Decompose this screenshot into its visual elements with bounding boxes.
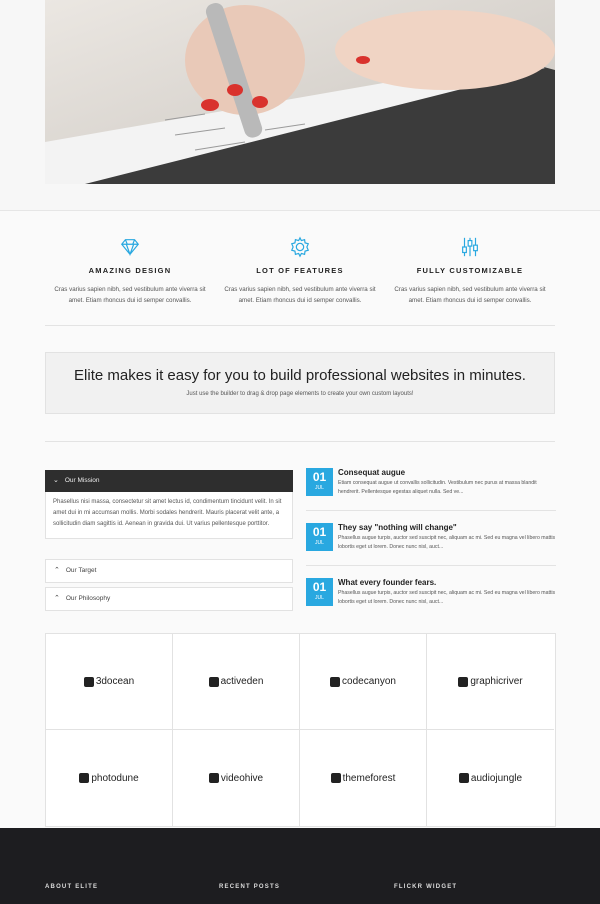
post-divider [306, 565, 556, 566]
client-name: themeforest [342, 772, 396, 784]
client-name: 3docean [95, 676, 135, 687]
client-name: activeden [220, 676, 264, 687]
callout-heading: Elite makes it easy for you to build pro… [74, 367, 526, 384]
section-divider [45, 325, 555, 326]
videohive-logo-icon [208, 773, 219, 783]
site-footer [0, 828, 600, 904]
footer-heading-about: ABOUT ELITE [45, 884, 99, 890]
client-logo-videohive[interactable]: videohive [173, 730, 300, 826]
post-title[interactable]: Consequat augue [338, 468, 405, 477]
client-logo-themeforest[interactable]: themeforest [300, 730, 427, 826]
codecanyon-logo-icon [330, 676, 341, 687]
client-name: videohive [220, 772, 264, 784]
post-title[interactable]: What every founder fears. [338, 578, 436, 587]
footer-heading-recent-posts: RECENT POSTS [219, 884, 281, 890]
3docean-logo-icon [83, 676, 94, 687]
feature-item: AMAZING DESIGN Cras varius sapien nibh, … [45, 236, 215, 306]
footer-heading-flickr: FLICKR WIDGET [394, 884, 458, 890]
callout-box: Elite makes it easy for you to build pro… [45, 352, 555, 414]
accordion-header[interactable]: ⌃ Our Target [46, 560, 292, 582]
accordion-item-our-target[interactable]: ⌃ Our Target [45, 559, 293, 583]
post-divider [306, 510, 556, 511]
client-logo-audiojungle[interactable]: audiojungle [427, 730, 554, 826]
accordion-label: Our Mission [64, 477, 100, 484]
post-item[interactable]: 01 JUL They say "nothing will change" Ph… [306, 523, 556, 563]
post-title[interactable]: They say "nothing will change" [338, 523, 457, 532]
activeden-logo-icon [208, 676, 219, 687]
features-row: AMAZING DESIGN Cras varius sapien nibh, … [45, 236, 555, 306]
client-logo-activeden[interactable]: activeden [173, 634, 300, 730]
post-month: JUL [315, 595, 324, 601]
hero-photo-illustration [45, 0, 555, 184]
post-item[interactable]: 01 JUL What every founder fears. Phasell… [306, 578, 556, 618]
post-excerpt: Etiam consequat augue ut convallis solli… [338, 480, 537, 495]
post-item[interactable]: 01 JUL Consequat augue Etiam consequat a… [306, 468, 556, 508]
client-name: codecanyon [342, 676, 396, 687]
feature-title: LOT OF FEATURES [256, 266, 344, 275]
themeforest-logo-icon [330, 773, 341, 783]
post-excerpt: Phasellus augue turpis, auctor sed susci… [338, 590, 556, 605]
accordion-header[interactable]: ⌄ Our Mission [45, 470, 293, 492]
client-name: photodune [91, 772, 139, 784]
client-name: graphicriver [470, 676, 523, 687]
post-date-badge: 01 JUL [306, 523, 333, 551]
accordion-content: Phasellus nisi massa, consectetur sit am… [45, 492, 293, 539]
graphicriver-logo-icon [458, 676, 469, 687]
gear-icon [290, 236, 310, 258]
accordion-item-our-philosophy[interactable]: ⌃ Our Philosophy [45, 587, 293, 611]
client-logo-3docean[interactable]: 3docean [46, 634, 173, 730]
sliders-icon [462, 237, 478, 257]
client-logo-codecanyon[interactable]: codecanyon [300, 634, 427, 730]
feature-text: Cras varius sapien nibh, sed vestibulum … [224, 286, 376, 304]
feature-item: FULLY CUSTOMIZABLE Cras varius sapien ni… [385, 236, 555, 306]
chevron-down-icon: ⌄ [53, 477, 59, 484]
accordion-label: Our Target [65, 567, 97, 574]
accordion-label: Our Philosophy [65, 595, 111, 602]
feature-title: AMAZING DESIGN [88, 266, 172, 275]
chevron-up-icon: ⌃ [54, 595, 60, 602]
feature-text: Cras varius sapien nibh, sed vestibulum … [54, 286, 206, 304]
post-day: 01 [312, 580, 327, 594]
accordion-item-our-mission: ⌄ Our Mission Phasellus nisi massa, cons… [45, 470, 293, 539]
post-day: 01 [312, 470, 327, 484]
feature-title: FULLY CUSTOMIZABLE [416, 266, 524, 275]
client-name: audiojungle [470, 772, 523, 784]
post-month: JUL [315, 485, 324, 491]
client-logos-grid: 3docean activeden codecanyon graphicrive… [45, 633, 556, 827]
section-divider [45, 441, 555, 442]
audiojungle-logo-icon [458, 773, 469, 783]
hero-image [45, 0, 555, 184]
post-month: JUL [315, 540, 324, 546]
accordion-header[interactable]: ⌃ Our Philosophy [46, 588, 292, 610]
post-excerpt: Phasellus augue turpis, auctor sed susci… [338, 535, 556, 550]
post-day: 01 [312, 525, 327, 539]
photodune-logo-icon [79, 773, 90, 783]
post-date-badge: 01 JUL [306, 578, 333, 606]
client-logo-photodune[interactable]: photodune [46, 730, 173, 826]
client-logo-graphicriver[interactable]: graphicriver [427, 634, 554, 730]
callout-subtext: Just use the builder to drag & drop page… [186, 391, 414, 397]
diamond-icon [120, 239, 140, 257]
post-date-badge: 01 JUL [306, 468, 333, 496]
feature-text: Cras varius sapien nibh, sed vestibulum … [394, 286, 546, 304]
feature-item: LOT OF FEATURES Cras varius sapien nibh,… [215, 236, 385, 306]
chevron-up-icon: ⌃ [54, 567, 60, 574]
